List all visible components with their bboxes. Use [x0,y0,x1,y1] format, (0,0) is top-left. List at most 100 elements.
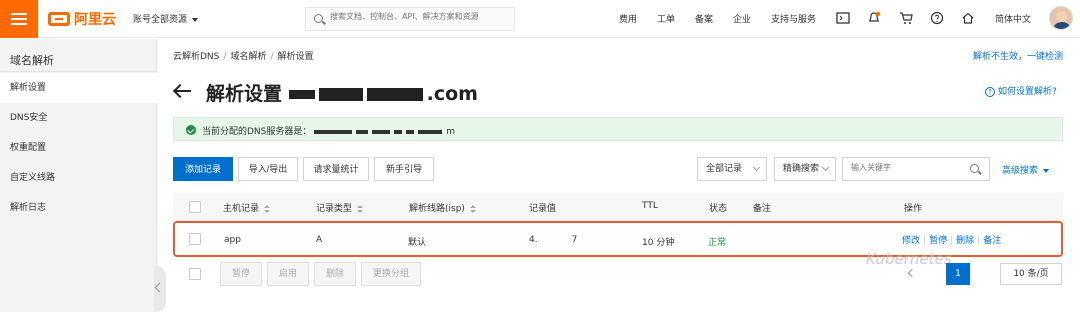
dns-help-link[interactable]: ? 如何设置解析? [985,84,1057,97]
breadcrumb-item-cloud-dns[interactable]: 云解析DNS [173,52,219,62]
column-value: 记录值 [529,204,557,214]
chevron-down-icon [192,17,199,22]
redacted-dns-server [314,129,353,134]
advanced-search-label: 高级搜索 [1002,166,1039,176]
column-host[interactable]: 主机记录 [223,201,271,214]
resolution-check-link[interactable]: 解析不生效，一键检测 [973,49,1063,62]
account-resource-dropdown[interactable]: 账号全部资源 [133,12,199,25]
sort-icon[interactable] [264,204,271,213]
keyword-search-box[interactable] [842,157,990,181]
sidebar-divider [0,71,157,72]
sidebar-item-dns-logs[interactable]: 解析日志 [0,193,157,223]
advanced-search-toggle[interactable]: 高级搜索 [1002,163,1050,176]
question-icon: ? [985,87,995,97]
column-actions: 操作 [904,204,923,214]
redacted-dns-server [372,129,391,134]
remark-record-link[interactable]: 备注 [983,236,1001,246]
sort-icon[interactable] [357,204,364,213]
language-selector[interactable]: 简体中文 [995,12,1031,25]
user-avatar[interactable] [1049,6,1073,30]
bulk-select-checkbox[interactable] [189,268,201,280]
nav-enterprise[interactable]: 企业 [733,12,751,25]
record-line: 默认 [408,238,427,248]
back-arrow-icon[interactable] [174,84,192,98]
bulk-pause-button[interactable]: 暂停 [220,262,262,286]
redacted-dns-server [394,129,403,134]
column-remark: 备注 [753,204,772,214]
sidebar-item-dns-security[interactable]: DNS安全 [0,103,157,133]
chevron-down-icon [752,163,761,172]
page-size-dropdown[interactable]: 10 条/页 [1000,263,1062,285]
notice-prefix: 当前分配的DNS服务器是： [202,127,312,137]
record-value-start: 4. [529,235,538,245]
notice-suffix: m [446,127,456,137]
select-all-checkbox[interactable] [189,201,201,213]
watermark-text: Kubernetes [866,250,952,268]
previous-page-icon[interactable] [907,268,917,278]
edit-record-link[interactable]: 修改 [902,236,920,246]
sidebar-collapse-button[interactable] [154,266,166,312]
row-checkbox[interactable] [189,233,201,245]
cart-icon[interactable] [899,11,913,25]
record-value: 4. 7 [529,235,577,245]
delete-record-link[interactable]: 删除 [956,236,974,246]
nav-filing[interactable]: 备案 [695,12,713,25]
top-navigation-bar: 阿里云 账号全部资源 费用 工单 备案 企业 支持与服务 简体中文 [0,0,1080,38]
redacted-dns-server [418,129,443,134]
home-icon[interactable] [961,11,975,25]
main-menu-button[interactable] [0,0,38,38]
bulk-delete-button[interactable]: 删除 [314,262,356,286]
search-icon [314,14,323,23]
column-type-label: 记录类型 [316,204,353,214]
column-line[interactable]: 解析线路(isp) [409,201,476,214]
search-icon[interactable] [970,164,979,173]
sort-icon[interactable] [469,204,476,213]
keyword-search-input[interactable] [851,163,961,172]
record-actions: 修改 | 暂停 | 删除 | 备注 [902,236,1002,246]
record-value-end: 7 [571,235,578,245]
help-icon[interactable] [930,11,944,25]
column-line-label: 解析线路(isp) [409,204,465,214]
account-resource-label: 账号全部资源 [133,15,188,25]
breadcrumb-item-dns-settings: 解析设置 [277,52,314,62]
aliyun-logo-icon [48,12,70,26]
record-filter-value: 全部记录 [706,164,743,174]
sidebar-item-weight-config[interactable]: 权重配置 [0,133,157,163]
global-search-box[interactable] [305,7,515,31]
pause-record-link[interactable]: 暂停 [929,236,947,246]
record-filter-dropdown[interactable]: 全部记录 [697,157,767,181]
record-type: A [316,235,323,245]
dns-sidebar: 域名解析 解析设置 DNS安全 权重配置 自定义线路 解析日志 [0,39,157,312]
column-status: 状态 [709,204,728,214]
dns-server-notice: 当前分配的DNS服务器是： m [173,117,1063,141]
bell-icon[interactable] [867,11,881,25]
redacted-dns-server [356,129,369,134]
redacted-dns-server [406,129,415,134]
add-record-button[interactable]: 添加记录 [173,157,233,181]
terminal-icon[interactable] [836,11,850,25]
nav-support[interactable]: 支持与服务 [771,12,816,25]
nav-tickets[interactable]: 工单 [657,12,675,25]
bulk-change-group-button[interactable]: 更换分组 [361,262,421,286]
search-mode-dropdown[interactable]: 精确搜索 [774,157,836,181]
breadcrumb-item-domain-resolution[interactable]: 域名解析 [230,52,266,62]
search-mode-value: 精确搜索 [783,164,820,174]
beginner-guide-button[interactable]: 新手引导 [374,157,434,181]
record-ttl: 10 分钟 [642,238,675,248]
page-title: 解析设置 .com [206,79,478,106]
chevron-down-icon [821,163,830,172]
nav-fees[interactable]: 费用 [619,12,637,25]
request-stats-button[interactable]: 请求量统计 [303,157,369,181]
page-1-button[interactable]: 1 [946,263,970,285]
page-title-prefix: 解析设置 [206,83,283,105]
status-badge: 正常 [708,238,727,248]
column-type[interactable]: 记录类型 [316,201,364,214]
bulk-enable-button[interactable]: 启用 [267,262,309,286]
record-host: app [224,235,241,245]
sidebar-item-custom-lines[interactable]: 自定义线路 [0,163,157,193]
redacted-domain-part [318,88,363,101]
sidebar-item-dns-settings[interactable]: 解析设置 [0,73,157,103]
aliyun-logo[interactable]: 阿里云 [48,9,116,29]
import-export-button[interactable]: 导入/导出 [238,157,298,181]
global-search-input[interactable] [330,12,510,21]
